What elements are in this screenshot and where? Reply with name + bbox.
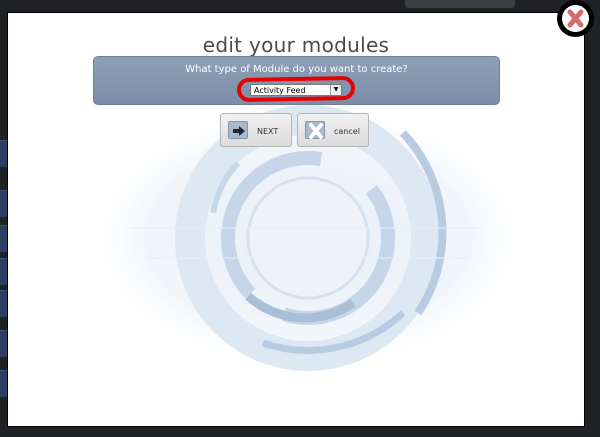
module-type-selected-value: Activity Feed <box>254 86 306 95</box>
dropdown-arrow-icon[interactable]: ▼ <box>330 85 341 95</box>
cancel-button-label: cancel <box>334 127 360 136</box>
edit-modules-dialog: edit your modules What type of Module do… <box>8 13 584 426</box>
next-button[interactable]: NEXT <box>220 113 292 147</box>
cancel-button[interactable]: cancel <box>297 113 369 147</box>
background-nav-item <box>0 140 8 168</box>
background-nav-item <box>0 370 8 398</box>
module-type-prompt: What type of Module do you want to creat… <box>185 64 408 75</box>
background-nav-item <box>0 330 8 358</box>
close-icon <box>567 9 584 28</box>
next-button-label: NEXT <box>257 127 279 136</box>
dialog-title: edit your modules <box>202 33 390 57</box>
module-type-select[interactable]: Activity Feed ▼ <box>250 84 342 96</box>
arrow-right-icon <box>228 121 248 139</box>
module-type-panel: What type of Module do you want to creat… <box>93 56 500 105</box>
background-page-control <box>405 0 515 8</box>
x-icon <box>305 121 325 139</box>
background-nav-item <box>0 225 8 253</box>
background-nav-item <box>0 258 8 286</box>
background-nav-item <box>0 290 8 318</box>
close-button[interactable] <box>557 0 594 37</box>
background-nav-item <box>0 190 8 218</box>
